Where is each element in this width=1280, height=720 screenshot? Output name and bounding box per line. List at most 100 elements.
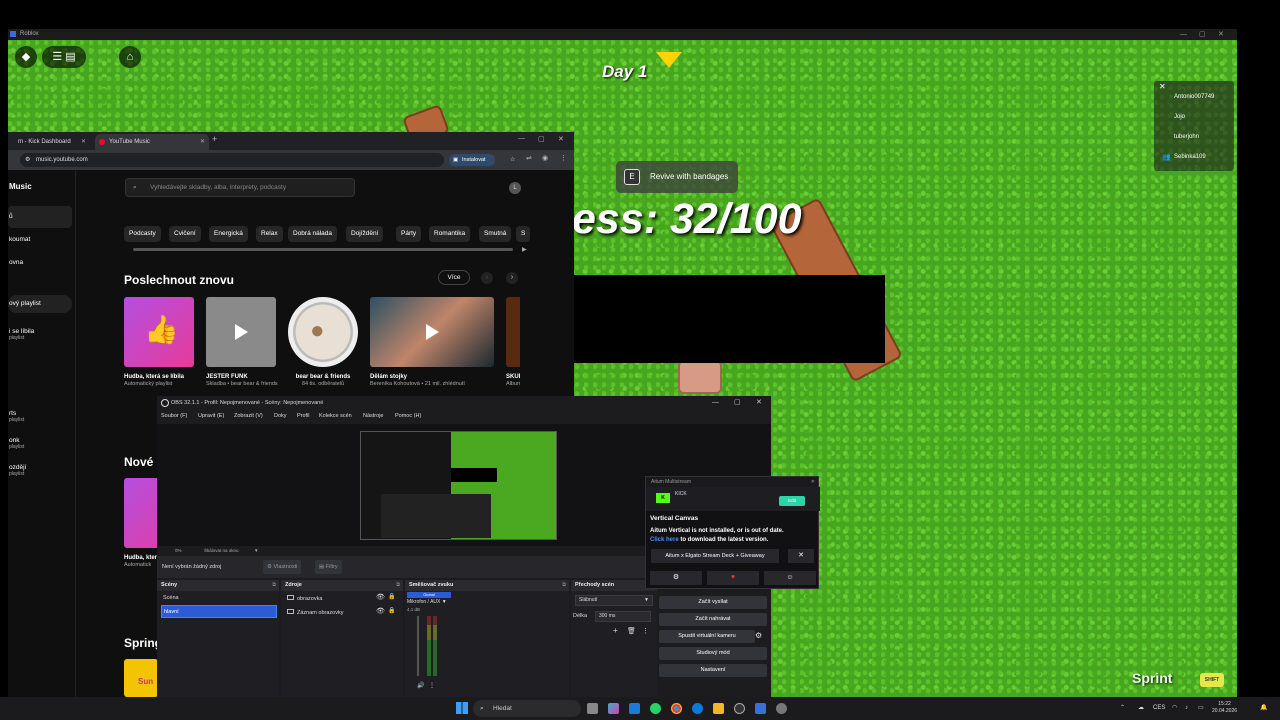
music-card[interactable]: ● bear bear & friends 84 tis. odběratelů [288,297,358,387]
backpack-icon[interactable]: ⌂ [119,46,141,68]
mute-icon[interactable]: 🔊 [417,682,424,689]
volume-slider[interactable] [417,616,419,676]
mail-icon[interactable] [629,703,640,714]
tab-kick-dashboard[interactable]: m - Kick Dashboard ✕ [8,134,90,150]
tab-youtube-music[interactable]: YouTube Music ✕ [95,134,209,150]
menu-file[interactable]: Soubor (F) [161,410,187,423]
maximize-icon[interactable]: ▢ [538,135,545,143]
close-icon[interactable]: ✕ [1218,29,1224,40]
chip-workout[interactable]: Cvičení [169,226,201,242]
whatsapp-icon[interactable] [650,703,661,714]
kick-edit-button[interactable]: Edit [779,496,805,506]
close-icon[interactable]: ✕ [558,135,564,143]
studio-mode-button[interactable]: Studiový mód [659,647,767,660]
chip-party[interactable]: Párty [396,226,422,242]
chip-feel-good[interactable]: Dobrá nálada [288,226,338,242]
discord-icon[interactable]: ☺ [764,571,816,585]
dock-config-icon[interactable]: ⧉ [396,580,400,591]
edge-icon[interactable] [692,703,703,714]
browser-menu-icon[interactable]: ⋮ [560,154,567,162]
player-name[interactable]: tuberjohn [1174,134,1199,140]
sidebar-playlist[interactable]: ozdějí playlist [8,464,72,477]
sidebar-item-library[interactable]: ovna [8,259,72,266]
scene-item[interactable]: Scéna [161,592,277,605]
tab-close-icon[interactable]: ✕ [81,134,86,150]
start-recording-button[interactable]: Začít nahrávat [659,613,767,626]
transition-select[interactable]: Slábnutí ▼ [575,595,653,606]
task-view-icon[interactable] [587,703,598,714]
search-input[interactable]: ⌕ Vyhledávejte skladby, alba, interprety… [125,178,355,197]
music-card[interactable]: JESTER FUNK Skladba • bear bear & friend… [206,297,278,387]
lock-icon[interactable]: 🔒 [388,593,395,600]
bookmark-star-icon[interactable]: ☆ [510,153,515,167]
player-list-close-icon[interactable]: ✕ [1159,82,1166,91]
file-explorer-icon[interactable] [713,703,724,714]
menu-scene-collection[interactable]: Kolekce scén [319,410,352,423]
aitum-settings-icon[interactable]: ⚙ [650,571,702,585]
yt-logo[interactable]: Music [8,182,72,191]
card-thumbnail[interactable]: Sun [124,659,158,697]
scale-mode[interactable]: Škálovat na okno [204,546,239,556]
wifi-icon[interactable]: ◠ [1172,697,1177,720]
sidebar-playlist[interactable]: onk playlist [8,437,72,450]
menu-docks[interactable]: Doky [274,410,287,423]
music-card[interactable]: Dělám stojky Bereníka Kohoutová • 21 mil… [370,297,494,387]
copilot-icon[interactable] [608,703,619,714]
close-icon[interactable]: ✕ [811,477,815,487]
chip-romance[interactable]: Romantika [429,226,471,242]
tray-network-icon[interactable]: ☁ [1138,697,1144,720]
obs-taskbar-icon[interactable] [734,703,745,714]
menu-profile[interactable]: Profil [297,410,310,423]
cast-icon[interactable]: ⇌ [526,154,532,162]
chip-more[interactable]: S [516,226,531,242]
new-playlist-button[interactable]: ový playlist [8,295,72,313]
roblox-menu-icon[interactable]: ◆ [15,46,37,68]
play-icon[interactable] [235,324,248,340]
sidebar-playlist[interactable]: rts playlist [8,410,72,423]
revive-prompt[interactable]: E Revive with bandages [616,161,738,193]
scene-item-selected[interactable]: hlavní [161,605,277,618]
maximize-icon[interactable]: ▢ [1199,29,1206,40]
start-streaming-button[interactable]: Začít vysílat [659,596,767,609]
chat-menu-icon[interactable]: ☰ ▤ [42,46,86,68]
visibility-icon[interactable]: 👁 [376,593,385,601]
taskbar-search[interactable]: ⌕ Hledat [473,700,581,717]
music-card[interactable]: SKUL Album • EVO [506,297,520,387]
download-link[interactable]: Click here [650,537,679,543]
notification-bell-icon[interactable]: 🔔 [1260,697,1267,720]
dock-config-icon[interactable]: ⧉ [272,580,276,591]
minimize-icon[interactable]: — [518,135,525,142]
new-tab-icon[interactable]: + [212,134,217,144]
profile-icon[interactable]: ◉ [542,154,548,162]
obs-preview-canvas[interactable] [360,431,557,540]
volume-icon[interactable]: ♪ [1185,697,1188,720]
chip-energy[interactable]: Energická [209,226,248,242]
giveaway-button[interactable]: Aitum x Elgato Stream Deck + Giveaway [651,549,779,563]
sprint-label[interactable]: Sprint [1132,670,1172,686]
next-arrow-icon[interactable]: › [506,272,518,284]
chip-sad[interactable]: Smutná [479,226,512,242]
play-icon[interactable] [426,324,439,340]
prev-arrow-icon[interactable]: ‹ [481,272,493,284]
sidebar-playlist[interactable]: i se líbila playlist [8,328,72,341]
roblox-taskbar-icon[interactable] [755,703,766,714]
chip-relax[interactable]: Relax [256,226,283,242]
giveaway-close-icon[interactable]: ✕ [788,549,814,563]
duration-input[interactable]: 300 ms [595,611,651,622]
music-card[interactable]: 👍 Hudba, která se líbila Automatický pla… [124,297,194,387]
mixer-config-icon[interactable]: ⋮ [429,682,435,689]
visibility-icon[interactable]: 👁 [376,607,385,615]
minimize-icon[interactable]: — [712,396,719,410]
clock[interactable]: 15:22 20.04.2026 [1212,701,1237,715]
player-name[interactable]: Sebinka109 [1174,154,1206,160]
menu-help[interactable]: Pomoc (H) [395,410,421,423]
menu-view[interactable]: Zobrazit (V) [234,410,263,423]
add-icon[interactable]: + [613,626,618,635]
chrome-icon[interactable] [671,703,682,714]
dock-config-icon[interactable]: ⧉ [562,580,566,591]
maximize-icon[interactable]: ▢ [734,396,741,410]
minimize-icon[interactable]: — [1180,29,1187,40]
more-button[interactable]: Více [438,270,470,285]
settings-taskbar-icon[interactable] [776,703,787,714]
trash-icon[interactable]: 🗑 [627,627,636,635]
